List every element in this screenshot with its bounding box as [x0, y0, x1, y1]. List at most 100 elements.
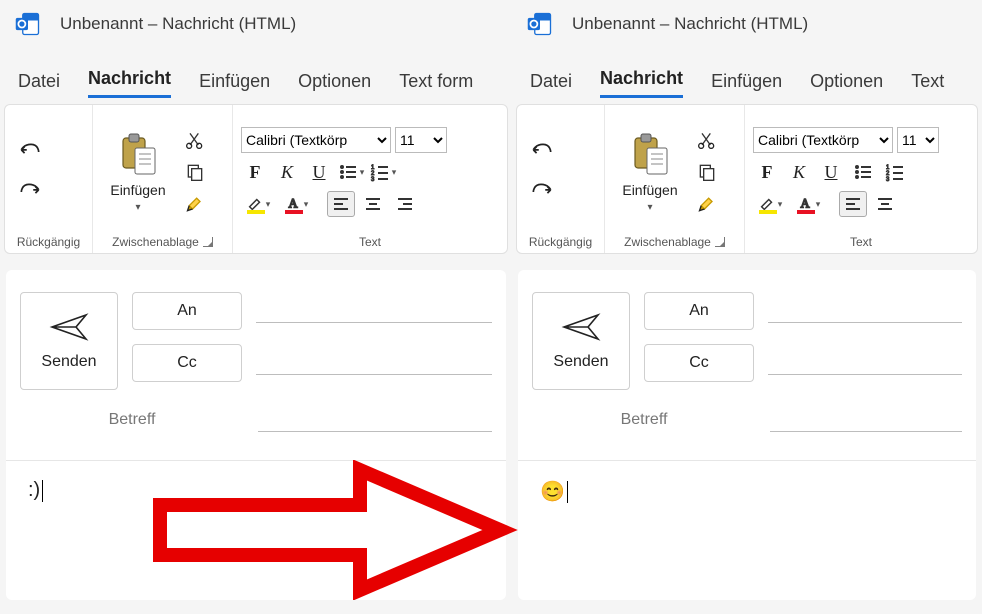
ribbon: Rückgängig Einfügen ▾	[516, 104, 978, 254]
highlight-color-button[interactable]: ▾	[241, 191, 275, 217]
body-text: 😊	[540, 479, 565, 504]
ribbon: Rückgängig Einfügen ▾	[4, 104, 508, 254]
svg-text:A: A	[288, 197, 297, 211]
menu-text-format[interactable]: Text	[911, 71, 944, 98]
to-button[interactable]: An	[644, 292, 754, 330]
menu-file[interactable]: Datei	[18, 71, 60, 98]
svg-text:3: 3	[886, 177, 890, 182]
compose-area: Senden An Cc Betreff :)	[6, 270, 506, 600]
text-cursor	[42, 480, 43, 502]
menu-insert[interactable]: Einfügen	[711, 71, 782, 98]
menu-options[interactable]: Optionen	[810, 71, 883, 98]
clipboard-group-text: Zwischenablage	[112, 235, 199, 249]
chevron-down-icon: ▾	[360, 167, 365, 178]
send-button[interactable]: Senden	[532, 292, 630, 390]
send-button[interactable]: Senden	[20, 292, 118, 390]
redo-button[interactable]	[525, 177, 559, 207]
message-body[interactable]: 😊	[518, 460, 976, 522]
title-bar: Unbenannt – Nachricht (HTML)	[512, 0, 982, 48]
underline-button[interactable]: U	[817, 159, 845, 185]
cc-field[interactable]	[256, 351, 492, 375]
chevron-down-icon: ▾	[816, 199, 821, 210]
cc-button[interactable]: Cc	[132, 344, 242, 382]
subject-label: Betreff	[532, 411, 756, 429]
send-label: Senden	[553, 353, 608, 371]
copy-button[interactable]	[181, 159, 209, 185]
outlook-window-left: Unbenannt – Nachricht (HTML) Datei Nachr…	[0, 0, 512, 614]
body-text: :)	[28, 479, 40, 502]
font-color-button[interactable]: A ▾	[791, 191, 825, 217]
dialog-launcher-icon[interactable]	[203, 237, 213, 247]
paste-button[interactable]: Einfügen ▾	[613, 132, 687, 213]
to-field[interactable]	[256, 299, 492, 323]
font-name-select[interactable]: Calibri (Textkörp	[753, 127, 893, 153]
paste-button[interactable]: Einfügen ▾	[101, 132, 175, 213]
menu-file[interactable]: Datei	[530, 71, 572, 98]
bold-button[interactable]: F	[753, 159, 781, 185]
numbered-list-button[interactable]: 123 ▾	[369, 159, 397, 185]
undo-button[interactable]	[13, 137, 47, 167]
message-body[interactable]: :)	[6, 460, 506, 520]
ribbon-group-text: Calibri (Textkörp 11 F K U ▾	[233, 105, 507, 253]
chevron-down-icon: ▾	[778, 199, 783, 210]
bullet-list-button[interactable]: ▾	[337, 159, 365, 185]
to-field[interactable]	[768, 299, 962, 323]
redo-button[interactable]	[13, 177, 47, 207]
menu-insert[interactable]: Einfügen	[199, 71, 270, 98]
align-left-button[interactable]	[839, 191, 867, 217]
group-label-undo: Rückgängig	[13, 233, 84, 251]
cut-button[interactable]	[181, 127, 209, 153]
paste-label: Einfügen	[110, 182, 165, 198]
text-cursor	[567, 481, 568, 503]
ribbon-group-undo: Rückgängig	[5, 105, 93, 253]
align-right-button[interactable]	[391, 191, 419, 217]
chevron-down-icon: ▾	[266, 199, 271, 210]
svg-text:3: 3	[371, 177, 375, 182]
window-title: Unbenannt – Nachricht (HTML)	[60, 14, 296, 34]
font-size-select[interactable]: 11	[897, 127, 939, 153]
svg-text:A: A	[800, 197, 809, 211]
align-center-button[interactable]	[871, 191, 899, 217]
subject-field[interactable]	[258, 408, 492, 432]
underline-button[interactable]: U	[305, 159, 333, 185]
bold-button[interactable]: F	[241, 159, 269, 185]
group-label-undo: Rückgängig	[525, 233, 596, 251]
group-label-clipboard: Zwischenablage	[613, 233, 736, 251]
subject-field[interactable]	[770, 408, 962, 432]
font-name-select[interactable]: Calibri (Textkörp	[241, 127, 391, 153]
outlook-icon	[14, 10, 42, 38]
window-title: Unbenannt – Nachricht (HTML)	[572, 14, 808, 34]
chevron-down-icon: ▾	[135, 202, 140, 213]
format-painter-button[interactable]	[181, 191, 209, 217]
bullet-list-button[interactable]	[849, 159, 877, 185]
highlight-color-button[interactable]: ▾	[753, 191, 787, 217]
cc-field[interactable]	[768, 351, 962, 375]
copy-button[interactable]	[693, 159, 721, 185]
undo-button[interactable]	[525, 137, 559, 167]
align-center-button[interactable]	[359, 191, 387, 217]
outlook-icon	[526, 10, 554, 38]
numbered-list-button[interactable]: 123	[881, 159, 909, 185]
cc-button[interactable]: Cc	[644, 344, 754, 382]
align-left-button[interactable]	[327, 191, 355, 217]
ribbon-group-text: Calibri (Textkörp 11 F K U	[745, 105, 977, 253]
to-button[interactable]: An	[132, 292, 242, 330]
menu-options[interactable]: Optionen	[298, 71, 371, 98]
outlook-window-right: Unbenannt – Nachricht (HTML) Datei Nachr…	[512, 0, 982, 614]
italic-button[interactable]: K	[785, 159, 813, 185]
ribbon-group-undo: Rückgängig	[517, 105, 605, 253]
menu-bar: Datei Nachricht Einfügen Optionen Text f…	[0, 48, 512, 98]
menu-message[interactable]: Nachricht	[600, 68, 683, 98]
ribbon-group-clipboard: Einfügen ▾ Zwischenablage	[605, 105, 745, 253]
font-color-button[interactable]: A ▾	[279, 191, 313, 217]
menu-message[interactable]: Nachricht	[88, 68, 171, 98]
format-painter-button[interactable]	[693, 191, 721, 217]
menu-text-format[interactable]: Text form	[399, 71, 473, 98]
italic-button[interactable]: K	[273, 159, 301, 185]
chevron-down-icon: ▾	[647, 202, 652, 213]
font-size-select[interactable]: 11	[395, 127, 447, 153]
cut-button[interactable]	[693, 127, 721, 153]
dialog-launcher-icon[interactable]	[715, 237, 725, 247]
paste-label: Einfügen	[622, 182, 677, 198]
group-label-clipboard: Zwischenablage	[101, 233, 224, 251]
